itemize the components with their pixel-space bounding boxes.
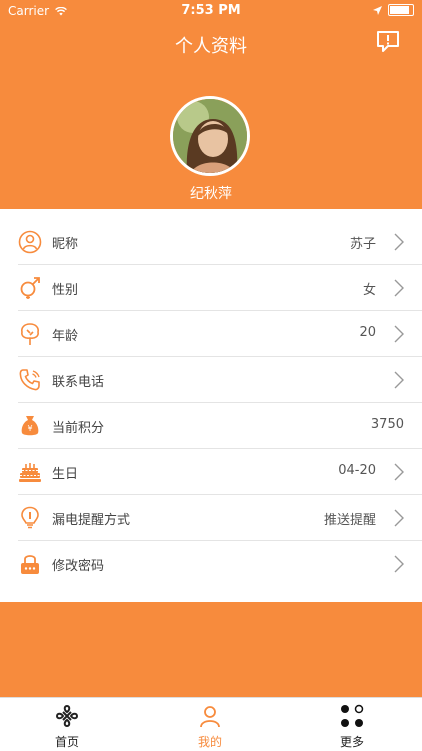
battery-icon: [388, 4, 414, 16]
tab-mine[interactable]: 我的: [160, 698, 260, 751]
row-label: 漏电提醒方式: [52, 513, 131, 528]
person-circle-icon: [18, 230, 42, 254]
chevron-right-icon: [394, 463, 404, 481]
chevron-right-icon: [394, 233, 404, 251]
status-time: 7:53 PM: [181, 3, 241, 18]
avatar-photo: [173, 99, 247, 173]
lock-icon: [21, 555, 39, 574]
location-arrow-icon: [373, 5, 382, 15]
money-bag-icon: ¥: [21, 416, 39, 436]
row-label: 当前积分: [52, 421, 105, 436]
unicom-logo-icon: [55, 704, 79, 728]
feedback-icon[interactable]: [376, 30, 400, 52]
row-nickname[interactable]: 昵称 苏子: [0, 219, 422, 265]
gender-icon: [20, 277, 40, 299]
row-birthday[interactable]: 生日 04-20: [0, 449, 422, 495]
page-title: 个人资料: [175, 36, 247, 57]
row-phone[interactable]: 联系电话: [0, 357, 422, 403]
row-age[interactable]: 年龄 20: [0, 311, 422, 357]
chevron-right-icon: [394, 279, 404, 297]
row-value: 20: [359, 325, 376, 340]
chevron-right-icon: [394, 509, 404, 527]
row-value: 苏子: [349, 237, 376, 252]
svg-text:¥: ¥: [27, 424, 32, 433]
row-label: 生日: [52, 467, 79, 482]
tab-label: 更多: [339, 735, 364, 749]
chevron-right-icon: [394, 371, 404, 389]
chevron-right-icon: [394, 555, 404, 573]
username: 纪秋萍: [190, 186, 232, 202]
row-value: 女: [362, 283, 376, 298]
row-label: 性别: [52, 283, 79, 298]
phone-icon: [19, 369, 40, 391]
bulb-icon: [21, 506, 39, 529]
row-label: 修改密码: [52, 559, 105, 574]
tree-icon: [21, 323, 39, 345]
row-leakage-alert[interactable]: 漏电提醒方式 推送提醒: [0, 495, 422, 541]
user-icon: [200, 706, 220, 728]
tab-bar: 首页 我的 更多: [0, 697, 422, 751]
tab-label: 我的: [197, 735, 222, 749]
status-right: [373, 4, 414, 16]
cake-icon: [19, 463, 41, 482]
row-value: 推送提醒: [323, 513, 376, 528]
row-points: ¥ 当前积分 3750: [0, 403, 422, 449]
tab-home[interactable]: 首页: [17, 698, 117, 751]
row-label: 联系电话: [52, 375, 105, 390]
avatar[interactable]: [170, 96, 250, 176]
tab-more[interactable]: 更多: [302, 698, 402, 751]
status-bar: Carrier 7:53 PM: [0, 0, 422, 22]
row-label: 昵称: [52, 237, 79, 252]
row-gender[interactable]: 性别 女: [0, 265, 422, 311]
chevron-right-icon: [394, 325, 404, 343]
row-value: 3750: [370, 417, 404, 432]
row-change-password[interactable]: 修改密码: [0, 541, 422, 587]
profile-list: 昵称 苏子 性别 女 年龄 20 联系电话 ¥ 当前积分 3750 生日 04-…: [0, 209, 422, 602]
row-value: 04-20: [338, 463, 376, 478]
row-label: 年龄: [52, 329, 79, 344]
tab-label: 首页: [54, 735, 79, 749]
dots-icon: [341, 704, 364, 727]
